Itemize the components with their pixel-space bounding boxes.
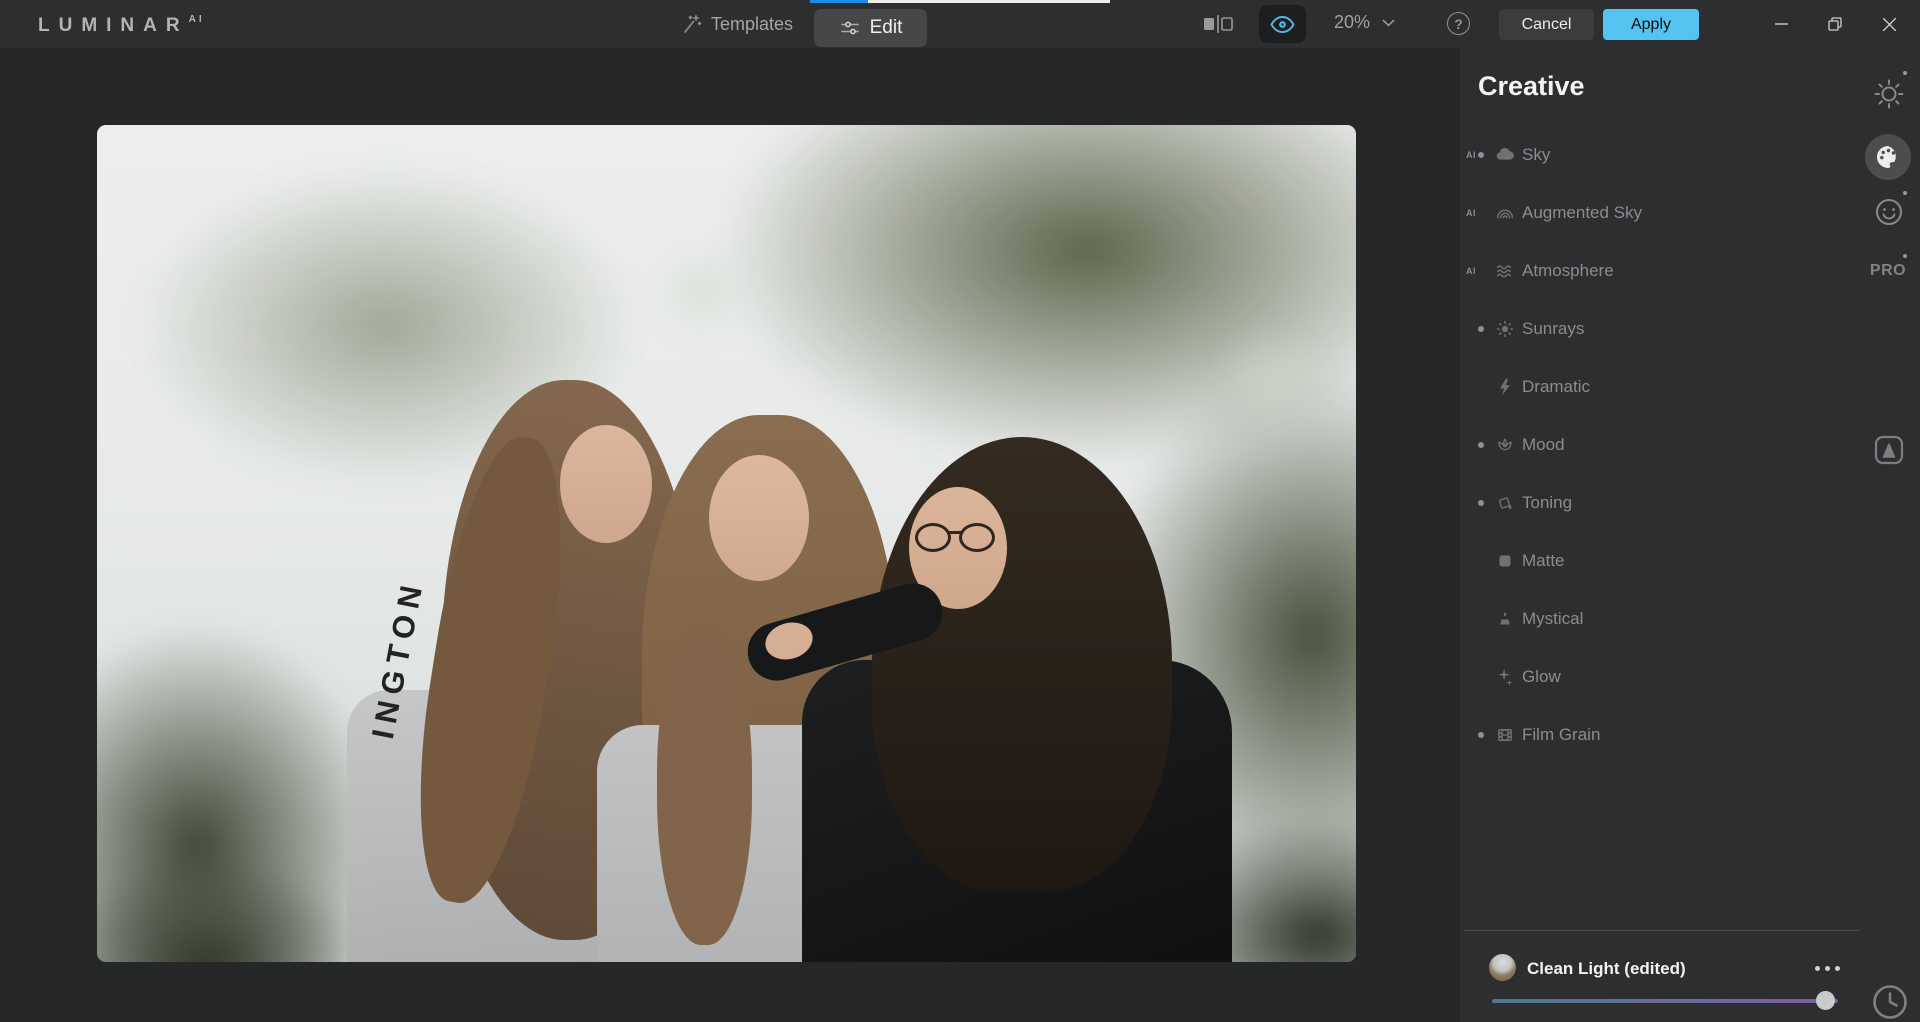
right-person-glasses-right-lens (959, 523, 995, 552)
tool-label: Sky (1522, 145, 1550, 165)
pro-edited-dot (1903, 254, 1907, 258)
tool-edited-dot (1478, 326, 1484, 332)
tool-icon (1494, 550, 1516, 572)
cancel-button[interactable]: Cancel (1499, 9, 1594, 40)
app-logo: LUMINARAI (38, 14, 205, 37)
help-button[interactable]: ? (1447, 12, 1470, 35)
preset-amount-slider[interactable] (1492, 999, 1838, 1003)
tool-ai-badge: AI (1466, 266, 1476, 276)
preset-thumbnail[interactable] (1489, 954, 1516, 981)
window-restore-button[interactable] (1812, 0, 1858, 48)
tool-icon (1494, 318, 1516, 340)
window-minimize-button[interactable] (1758, 0, 1804, 48)
panel-title: Creative (1478, 71, 1585, 102)
left-person-face (560, 425, 652, 543)
right-person-glasses-left-lens (915, 523, 951, 552)
tool-item-sky[interactable]: Sky AI (1460, 126, 1856, 184)
tool-edited-dot (1478, 442, 1484, 448)
window-close-button[interactable] (1866, 0, 1912, 48)
tool-item-sunrays[interactable]: Sunrays (1460, 300, 1856, 358)
tool-item-film-grain[interactable]: Film Grain (1460, 706, 1856, 764)
tool-icon (1494, 202, 1516, 224)
tool-label: Toning (1522, 493, 1572, 513)
tool-item-mystical[interactable]: Mystical (1460, 590, 1856, 648)
preset-name: Clean Light (edited) (1527, 959, 1686, 979)
tool-ai-badge: AI (1466, 208, 1476, 218)
luminar-app-window: LUMINARAI Templates Edit 20% ? Cancel Ap… (0, 0, 1920, 1022)
templates-label: Templates (711, 14, 793, 35)
tool-label: Mood (1522, 435, 1565, 455)
essentials-sun-icon[interactable] (1871, 76, 1907, 112)
tool-icon (1494, 144, 1516, 166)
edit-label: Edit (870, 17, 903, 39)
tool-item-atmosphere[interactable]: Atmosphere AI (1460, 242, 1856, 300)
portrait-face-icon[interactable] (1873, 196, 1905, 228)
tool-icon (1494, 492, 1516, 514)
preset-more-options-icon[interactable] (1815, 966, 1840, 971)
preset-divider (1464, 930, 1859, 931)
tool-item-augmented-sky[interactable]: Augmented Sky AI (1460, 184, 1856, 242)
magic-wand-icon (681, 13, 703, 35)
tool-icon (1494, 724, 1516, 746)
tool-category-strip: PRO (1856, 48, 1920, 1022)
templates-tab[interactable]: Templates (681, 10, 793, 38)
photo-being-edited[interactable]: INGTON (97, 125, 1356, 962)
tool-item-glow[interactable]: Glow (1460, 648, 1856, 706)
chevron-down-icon (1382, 19, 1395, 27)
tool-label: Film Grain (1522, 725, 1600, 745)
middle-person-hair-strand (657, 625, 752, 945)
tool-label: Glow (1522, 667, 1561, 687)
tool-ai-badge: AI (1466, 150, 1476, 160)
bokeh-highlight (1217, 325, 1327, 435)
essentials-edited-dot (1903, 71, 1907, 75)
tool-label: Augmented Sky (1522, 203, 1642, 223)
tool-edited-dot (1478, 500, 1484, 506)
tool-label: Sunrays (1522, 319, 1584, 339)
progress-indicator-track (868, 0, 1110, 3)
tool-item-toning[interactable]: Toning (1460, 474, 1856, 532)
sliders-icon (839, 17, 861, 39)
preview-eye-button[interactable] (1259, 5, 1306, 43)
right-person-hair (872, 437, 1172, 892)
top-toolbar: LUMINARAI Templates Edit 20% ? Cancel Ap… (0, 0, 1920, 48)
tool-icon (1494, 666, 1516, 688)
tool-edited-dot (1478, 732, 1484, 738)
tool-label: Mystical (1522, 609, 1583, 629)
local-masking-icon[interactable] (1871, 432, 1907, 468)
tool-item-matte[interactable]: Matte (1460, 532, 1856, 590)
apply-button[interactable]: Apply (1603, 9, 1699, 40)
bokeh-highlight (657, 245, 747, 335)
creative-tools-panel: Creative Sky AI Augmented Sky AI Atmospher… (1460, 48, 1920, 1022)
tool-icon (1494, 434, 1516, 456)
middle-person-face (709, 455, 809, 581)
portrait-edited-dot (1903, 191, 1907, 195)
tool-icon (1494, 260, 1516, 282)
eye-icon (1269, 14, 1296, 35)
tool-list: Sky AI Augmented Sky AI Atmosphere AI Sunra… (1460, 126, 1856, 764)
creative-palette-icon-selected[interactable] (1865, 134, 1911, 180)
tool-edited-dot (1478, 152, 1484, 158)
tool-item-mood[interactable]: Mood (1460, 416, 1856, 474)
progress-indicator-filled (810, 0, 868, 3)
tool-icon (1494, 608, 1516, 630)
pro-tools-tab[interactable]: PRO (1863, 262, 1913, 280)
history-clock-icon[interactable] (1870, 982, 1910, 1022)
editing-canvas[interactable]: INGTON (0, 48, 1460, 1022)
tool-label: Atmosphere (1522, 261, 1614, 281)
tool-label: Matte (1522, 551, 1565, 571)
before-after-compare-icon[interactable] (1202, 14, 1234, 34)
tool-label: Dramatic (1522, 377, 1590, 397)
tool-item-dramatic[interactable]: Dramatic (1460, 358, 1856, 416)
tool-icon (1494, 376, 1516, 398)
right-person-glasses-bridge (949, 531, 961, 534)
edit-tab[interactable]: Edit (814, 9, 927, 47)
zoom-value: 20% (1334, 12, 1370, 33)
zoom-control[interactable]: 20% (1334, 12, 1395, 33)
